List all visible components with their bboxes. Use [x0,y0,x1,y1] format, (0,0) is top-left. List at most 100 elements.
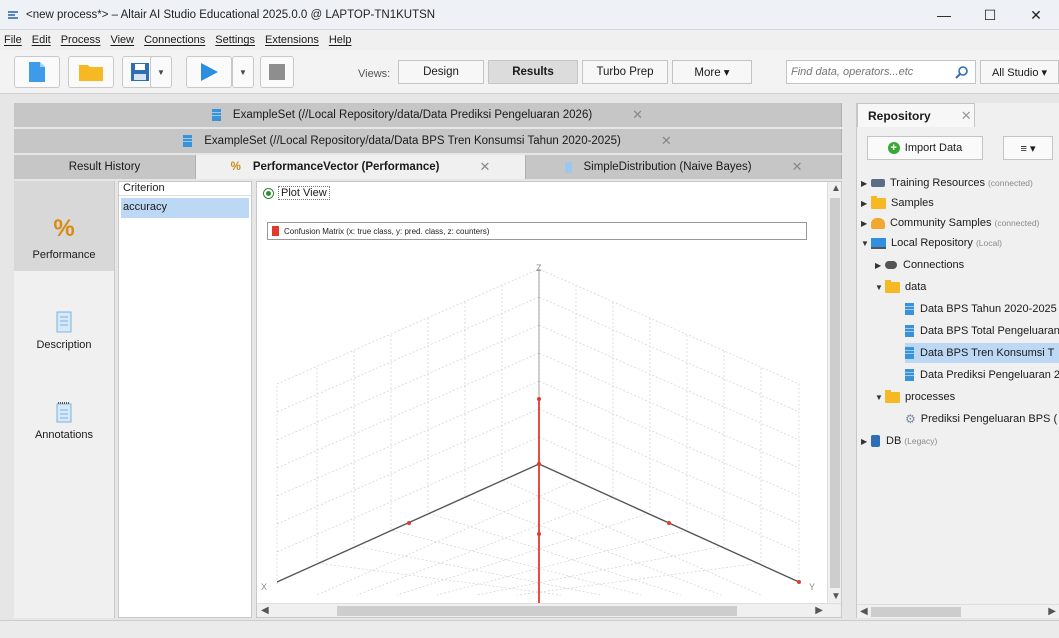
open-process-button[interactable] [68,56,114,88]
import-data-button[interactable]: + Import Data [867,136,983,160]
global-search[interactable] [786,60,976,84]
menu-edit[interactable]: Edit [32,34,51,46]
monitor-icon [871,237,886,249]
tree-label: Data BPS Tahun 2020-2025 [920,303,1057,315]
stop-process-button[interactable] [260,56,294,88]
tree-item-training-resources[interactable]: ▶ Training Resources (connected) [861,173,1033,193]
run-options-dropdown[interactable]: ▼ [232,56,254,88]
tree-item-data-bps-total[interactable]: Data BPS Total Pengeluaran [905,321,1059,341]
dataset-icon [905,303,914,315]
expand-icon[interactable]: ▶ [861,179,871,188]
menu-process[interactable]: Process [61,34,101,46]
perspective-dropdown[interactable]: All Studio ▾ [980,60,1059,84]
scroll-right-icon[interactable]: ▶ [815,605,823,616]
menu-help[interactable]: Help [329,34,352,46]
save-options-dropdown[interactable]: ▼ [150,56,172,88]
tree-item-db[interactable]: ▶ DB (Legacy) [861,431,937,451]
new-file-icon [29,62,45,82]
nav-description[interactable]: Description [14,271,114,361]
tree-item-data-folder[interactable]: ▼ data [875,277,926,297]
tab-exampleset-prediksi[interactable]: ExampleSet (//Local Repository/data/Data… [14,103,842,127]
menu-connections[interactable]: Connections [144,34,205,46]
menu-extensions[interactable]: Extensions [265,34,319,46]
scroll-down-icon[interactable]: ▼ [831,591,841,602]
expand-icon[interactable]: ▶ [861,219,871,228]
scroll-left-icon[interactable]: ◀ [860,606,868,617]
tree-label: DB [886,435,902,447]
close-tab-icon[interactable]: ✕ [632,107,643,123]
database-icon [871,435,880,447]
plot-view-radio[interactable]: Plot View [263,186,330,200]
close-tab-icon[interactable]: ✕ [792,159,803,175]
folder-icon [885,389,900,403]
expand-icon[interactable]: ▶ [875,261,885,270]
tree-item-processes-folder[interactable]: ▼ processes [875,387,955,407]
repository-horizontal-scrollbar[interactable]: ◀ ▶ [857,604,1059,618]
criterion-list: Criterion accuracy [118,181,252,618]
save-icon [131,63,149,81]
scroll-thumb[interactable] [871,607,961,617]
criterion-item-accuracy[interactable]: accuracy [121,198,249,218]
new-process-button[interactable] [14,56,60,88]
tab-result-history[interactable]: Result History [14,155,196,179]
collapse-icon[interactable]: ▼ [861,239,871,248]
plot-horizontal-scrollbar[interactable]: ◀ ▶ [257,603,841,617]
tree-item-data-prediksi[interactable]: Data Prediksi Pengeluaran 2 [905,365,1059,385]
tree-label: processes [905,391,956,403]
view-design-button[interactable]: Design [398,60,484,84]
tab-simple-distribution[interactable]: SimpleDistribution (Naive Bayes) ✕ [526,155,842,179]
dataset-icon [183,135,193,147]
repository-menu-button[interactable]: ≡ ▾ [1003,136,1053,160]
scroll-left-icon[interactable]: ◀ [261,605,269,616]
tab-label: ExampleSet (//Local Repository/data/Data… [232,109,593,121]
view-more-button[interactable]: More ▾ [672,60,752,84]
expand-icon[interactable]: ▶ [861,437,871,446]
nav-performance[interactable]: % Performance [14,181,114,271]
run-process-button[interactable] [186,56,232,88]
view-turbo-prep-button[interactable]: Turbo Prep [582,60,668,84]
collapse-icon[interactable]: ▼ [875,393,885,402]
tab-repository[interactable]: Repository ✕ [857,103,975,127]
expand-icon[interactable]: ▶ [861,199,871,208]
close-window-button[interactable]: ✕ [1013,0,1059,30]
plot-vertical-scrollbar[interactable]: ▲ ▼ [827,182,841,603]
menu-file[interactable]: File [4,34,22,46]
process-gear-icon: ⚙ [905,412,916,426]
tree-item-prediksi-process[interactable]: ⚙ Prediksi Pengeluaran BPS ( [905,409,1057,429]
tree-item-data-bps-tahun[interactable]: Data BPS Tahun 2020-2025 [905,299,1057,319]
view-results-button[interactable]: Results [488,60,578,84]
collapse-icon[interactable]: ▼ [875,283,885,292]
plot-view-label: Plot View [278,186,330,200]
training-resources-icon [871,179,885,187]
scroll-right-icon[interactable]: ▶ [1048,606,1056,617]
scroll-thumb[interactable] [337,606,737,616]
tab-label: ExampleSet (//Local Repository/data/Data… [204,135,621,147]
scroll-thumb[interactable] [830,198,840,588]
close-tab-icon[interactable]: ✕ [961,108,972,124]
close-tab-icon[interactable]: ✕ [479,159,490,175]
close-tab-icon[interactable]: ✕ [661,133,672,149]
menu-settings[interactable]: Settings [215,34,255,46]
nav-label: Annotations [34,429,94,441]
global-search-input[interactable] [787,61,947,83]
plot-legend: Confusion Matrix (x: true class, y: pred… [267,222,807,240]
maximize-button[interactable]: ☐ [967,0,1013,30]
tab-performance-vector[interactable]: % PerformanceVector (Performance) ✕ [196,155,526,179]
tab-exampleset-bps-tren[interactable]: ExampleSet (//Local Repository/data/Data… [14,129,842,153]
nav-annotations[interactable]: Annotations [14,361,114,451]
tree-item-data-bps-tren[interactable]: Data BPS Tren Konsumsi T [905,343,1059,363]
window-title: <new process*> – Altair AI Studio Educat… [26,8,436,21]
tree-label: Prediksi Pengeluaran BPS ( [920,413,1058,425]
title-bar: <new process*> – Altair AI Studio Educat… [0,0,1059,30]
menu-view[interactable]: View [110,34,134,46]
search-icon[interactable] [955,65,969,79]
tree-item-samples[interactable]: ▶ Samples [861,193,934,213]
minimize-button[interactable]: — [921,0,967,30]
document-icon [56,311,72,333]
tree-label: Data BPS Total Pengeluaran [920,325,1059,337]
scroll-up-icon[interactable]: ▲ [831,183,841,194]
tree-item-connections[interactable]: ▶ Connections [875,255,964,275]
tree-item-community-samples[interactable]: ▶ Community Samples (connected) [861,213,1039,233]
legend-swatch [272,226,279,236]
tree-item-local-repository[interactable]: ▼ Local Repository (Local) [861,233,1002,253]
